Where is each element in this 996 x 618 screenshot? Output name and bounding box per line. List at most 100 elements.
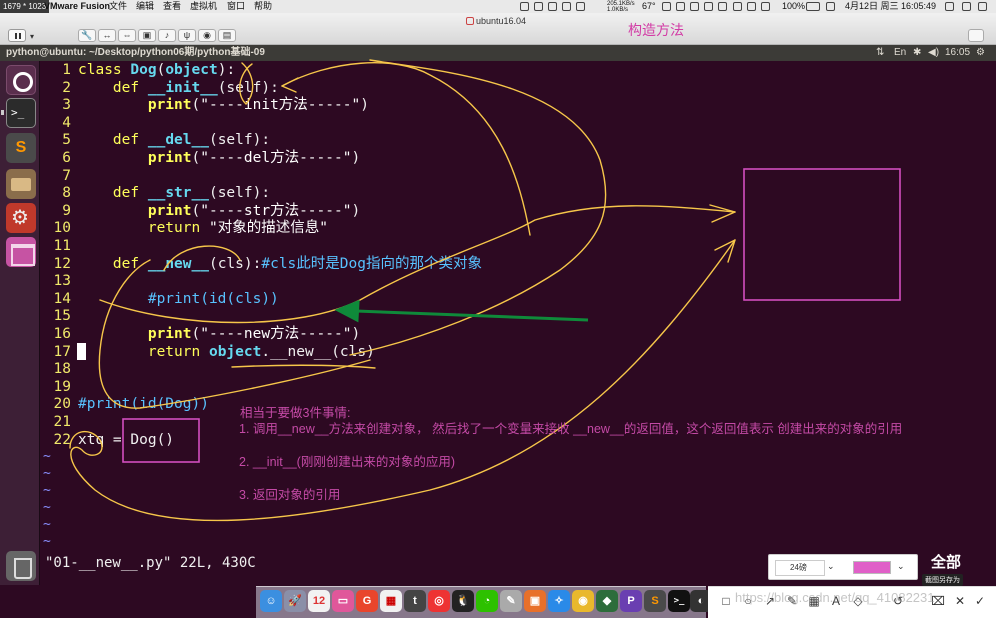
code-line: 22 xtq = Dog() <box>53 431 175 448</box>
menu-view[interactable]: 查看 <box>163 0 181 13</box>
siri-icon[interactable] <box>962 2 971 11</box>
status-app-icon[interactable] <box>548 2 557 11</box>
status-app-icon[interactable] <box>576 2 585 11</box>
font-size-select[interactable]: 24磅 <box>775 560 825 576</box>
pycharm-icon[interactable]: P <box>620 590 642 612</box>
printer-icon[interactable]: ▤ <box>218 29 236 42</box>
wifi-icon[interactable] <box>761 2 770 11</box>
menu-edit[interactable]: 编辑 <box>136 0 154 13</box>
terminal-icon[interactable]: >_ <box>668 590 690 612</box>
pause-vm-button[interactable] <box>8 29 26 42</box>
save-as-tooltip: 截图另存为 <box>922 574 963 586</box>
status-app-icon[interactable] <box>520 2 529 11</box>
chevron-down-icon[interactable]: ⌄ <box>897 561 905 572</box>
network-icon[interactable]: ↔ <box>98 29 116 42</box>
notification-center-icon[interactable] <box>978 2 987 11</box>
workspace-switcher-icon[interactable] <box>6 237 36 267</box>
status-app-icon[interactable] <box>662 2 671 11</box>
code-line: 15 <box>53 308 71 325</box>
vm-window-title: ubuntu16.04 <box>476 16 527 26</box>
menu-file[interactable]: 文件 <box>109 0 127 13</box>
bluetooth-icon[interactable]: ✱ <box>913 45 921 61</box>
finder-icon[interactable]: ☺ <box>260 590 282 612</box>
terminal-launcher-icon[interactable]: >_ <box>6 98 36 128</box>
weibo-icon[interactable]: G <box>356 590 378 612</box>
network-updown-icon[interactable]: ⇅ <box>876 45 884 61</box>
power-gear-icon[interactable]: ⚙ <box>976 45 985 61</box>
status-app-icon[interactable] <box>733 2 742 11</box>
status-app-icon[interactable] <box>676 2 685 11</box>
battery-icon[interactable] <box>806 2 820 11</box>
input-method-icon[interactable]: En <box>894 45 906 61</box>
vim-cursor <box>77 343 86 360</box>
qq-icon[interactable]: 🐧 <box>452 590 474 612</box>
chrome-icon[interactable]: ◉ <box>572 590 594 612</box>
volume-icon[interactable]: ◀) <box>928 45 939 61</box>
launchpad-icon[interactable]: 🚀 <box>284 590 306 612</box>
files-icon[interactable] <box>6 169 36 199</box>
restore-window-button[interactable] <box>968 29 984 42</box>
code-line: 17 return object.__new__(cls) <box>53 343 375 360</box>
menu-help[interactable]: 帮助 <box>254 0 272 13</box>
search-icon[interactable] <box>945 2 954 11</box>
python-icon[interactable]: ◆ <box>596 590 618 612</box>
ubuntu-top-panel: python@ubuntu: ~/Desktop/python06期/pytho… <box>0 45 996 61</box>
terminal-window-title: python@ubuntu: ~/Desktop/python06期/pytho… <box>6 47 265 58</box>
screen-icon[interactable]: ▭ <box>332 590 354 612</box>
wechat-icon[interactable]: ◔ <box>476 590 498 612</box>
confirm-icon[interactable]: ✓ <box>972 593 988 609</box>
code-line: 8 def __str__(self): <box>62 185 271 202</box>
sublime-text-icon[interactable]: S <box>6 133 36 163</box>
color-swatch[interactable] <box>853 561 891 574</box>
disk-icon[interactable]: ▣ <box>138 29 156 42</box>
vim-terminal[interactable]: 1 class Dog(object): 2 def __init__(self)… <box>41 61 996 585</box>
usb-icon[interactable]: ψ <box>178 29 196 42</box>
panel-clock[interactable]: 16:05 <box>945 45 970 61</box>
flag-icon[interactable] <box>826 2 835 11</box>
code-line: 20 #print(id(Dog)) <box>53 396 209 413</box>
preview-icon[interactable]: ✎ <box>500 590 522 612</box>
vm-titlebar: ubuntu16.04 构造方法 ▾ 🔧 ↔ ⇔ ▣ ♪ ψ ◉ ▤ <box>0 13 996 45</box>
menu-vm[interactable]: 虚拟机 <box>190 0 217 13</box>
sublime-icon[interactable]: S <box>644 590 666 612</box>
rectangle-tool-icon[interactable]: □ <box>718 593 734 609</box>
calendar-app-icon[interactable]: ▦ <box>380 590 402 612</box>
code-line: 21 <box>53 414 71 430</box>
calendar-icon[interactable]: 12 <box>308 590 330 612</box>
code-line: 9 print("----str方法-----") <box>62 202 361 219</box>
code-line: 3 print("----init方法-----") <box>62 97 369 114</box>
status-app-icon[interactable] <box>534 2 543 11</box>
status-app-icon[interactable] <box>690 2 699 11</box>
status-app-icon[interactable] <box>562 2 571 11</box>
empty-line-tilde: ~ <box>43 517 51 532</box>
settings-wrench-icon[interactable]: 🔧 <box>78 29 96 42</box>
text-icon[interactable]: t <box>404 590 426 612</box>
menubar-datetime[interactable]: 4月12日 周三 16:05:49 <box>845 0 936 13</box>
app-name[interactable]: VMware Fusion <box>44 0 110 13</box>
code-line: 7 <box>62 167 71 184</box>
ubuntu-dash-icon[interactable] <box>6 65 36 95</box>
safari-icon[interactable]: ✧ <box>548 590 570 612</box>
code-line: 14 #print(id(cls)) <box>53 290 279 307</box>
trash-icon[interactable] <box>6 551 36 581</box>
netease-music-icon[interactable]: ◎ <box>428 590 450 612</box>
status-app-icon[interactable] <box>704 2 713 11</box>
system-settings-icon[interactable] <box>6 203 36 233</box>
status-app-icon[interactable] <box>718 2 727 11</box>
chevron-down-icon[interactable]: ▾ <box>30 32 34 41</box>
status-app-icon[interactable] <box>747 2 756 11</box>
chevron-down-icon[interactable]: ⌄ <box>827 561 835 572</box>
cancel-icon[interactable]: ✕ <box>952 593 968 609</box>
sound-icon[interactable]: ♪ <box>158 29 176 42</box>
sharing-icon[interactable]: ⇔ <box>118 29 136 42</box>
empty-line-tilde: ~ <box>43 500 51 515</box>
dimensions-badge: 1679 * 1023 <box>0 0 50 13</box>
capture-all-label[interactable]: 全部 <box>931 551 961 572</box>
vmware-icon[interactable]: ▣ <box>524 590 546 612</box>
annotation-step-1: 1. 调用__new__方法来创建对象， 然后找了一个变量来接收 __new__… <box>239 422 903 436</box>
camera-icon[interactable]: ◉ <box>198 29 216 42</box>
code-line: 19 <box>53 378 71 395</box>
temperature: 67° <box>642 1 656 11</box>
menu-window[interactable]: 窗口 <box>227 0 245 13</box>
code-line: 1 class Dog(object): <box>62 62 236 78</box>
